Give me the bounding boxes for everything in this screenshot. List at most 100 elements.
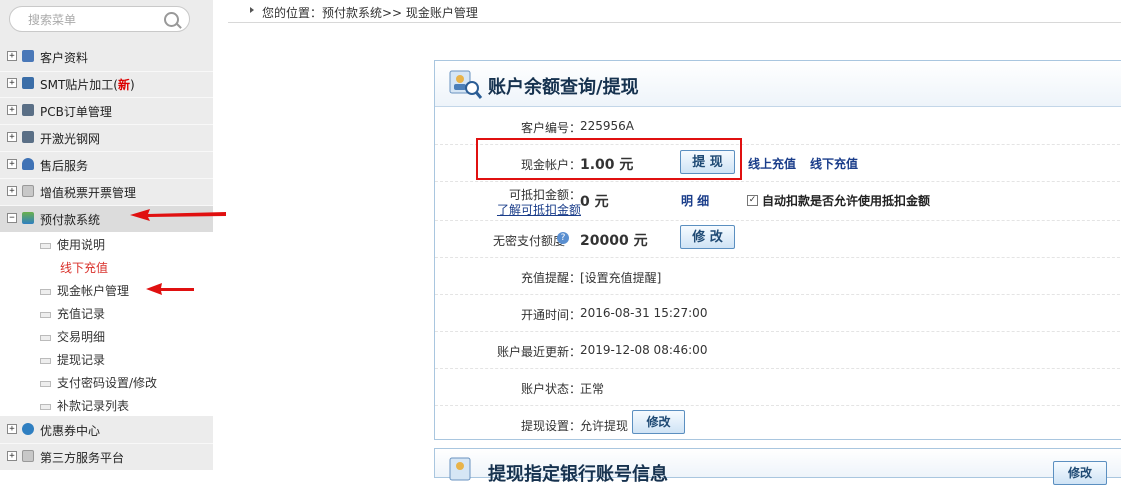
submenu-label: 交易明细 [57, 330, 106, 344]
help-icon[interactable]: ? [557, 232, 569, 244]
chip-icon [22, 77, 34, 89]
submenu-item-transactions[interactable]: 交易明细 [0, 324, 213, 347]
account-balance-panel: 账户余额查询/提现 客户编号： 225956A 现金帐户： 1.00 元 提 现… [434, 60, 1121, 440]
breadcrumb: 您的位置：预付款系统>> 现金账户管理 [262, 6, 478, 20]
row-open-time: 开通时间： 2016-08-31 15:27:00 [435, 295, 1121, 332]
submenu-label: 使用说明 [57, 238, 106, 252]
submenu-label: 充值记录 [57, 307, 106, 321]
offline-recharge-link[interactable]: 线下充值 [810, 155, 858, 172]
menu-label: PCB订单管理 [40, 105, 112, 119]
menu-label: 开激光钢网 [40, 132, 101, 146]
menu-item-third-party[interactable]: + 第三方服务平台 [0, 444, 213, 470]
expand-icon[interactable]: + [7, 186, 17, 196]
submenu-item-recharge-records[interactable]: 充值记录 [0, 301, 213, 324]
online-recharge-link[interactable]: 线上充值 [748, 155, 796, 172]
document-icon [40, 312, 51, 318]
submenu-label: 现金帐户管理 [57, 284, 130, 298]
expand-icon[interactable]: + [7, 424, 17, 434]
expand-icon[interactable]: + [7, 159, 17, 169]
annotation-highlight-box [476, 138, 742, 180]
submenu-item-instructions[interactable]: 使用说明 [0, 232, 213, 255]
menu-item-coupons[interactable]: + 优惠券中心 [0, 417, 213, 443]
account-status-label: 账户状态： [520, 382, 581, 396]
expand-icon[interactable]: + [7, 451, 17, 461]
menu-item-laser-stencil[interactable]: + 开激光钢网 [0, 125, 213, 151]
search-box[interactable] [9, 6, 190, 32]
menu-item-customer-info[interactable]: + 客户资料 [0, 44, 213, 70]
annotation-arrow-icon [130, 209, 226, 221]
modify-limit-button[interactable]: 修 改 [680, 225, 735, 249]
submenu-label: 线下充值 [60, 261, 109, 275]
set-reminder-link[interactable]: [设置充值提醒] [580, 269, 661, 286]
open-time-label: 开通时间： [520, 308, 581, 322]
panel-title: 账户余额查询/提现 [488, 77, 639, 98]
auto-deduct-label: 自动扣款是否允许使用抵扣金额 [762, 194, 931, 208]
withdraw-setting-modify-button[interactable]: 修改 [632, 410, 685, 434]
recharge-reminder-label: 充值提醒： [520, 271, 581, 285]
last-updated-label: 账户最近更新： [496, 345, 581, 359]
document-icon [40, 289, 51, 295]
document-icon [22, 185, 34, 197]
menu-label: 第三方服务平台 [40, 451, 125, 465]
user-icon [22, 50, 34, 62]
deductible-info-link[interactable]: 了解可抵扣金额 [497, 201, 581, 218]
annotation-arrow-icon [146, 283, 194, 295]
document-icon [40, 381, 51, 387]
panel-header: 账户余额查询/提现 [435, 61, 1121, 107]
submenu-label: 支付密码设置/修改 [57, 376, 158, 390]
withdraw-setting-value: 允许提现 [580, 419, 629, 433]
document-icon [40, 335, 51, 341]
customer-id-label: 客户编号： [520, 121, 581, 135]
collapse-icon[interactable]: − [7, 213, 17, 223]
menu-item-vat-invoice[interactable]: + 增值税票开票管理 [0, 179, 213, 205]
submenu-item-supplement-records[interactable]: 补款记录列表 [0, 393, 213, 416]
last-updated-value: 2019-12-08 08:46:00 [580, 343, 708, 357]
search-icon[interactable] [164, 12, 179, 27]
expand-icon[interactable]: + [7, 78, 17, 88]
document-icon [40, 243, 51, 249]
account-status-value: 正常 [580, 382, 605, 396]
menu-item-pcb-orders[interactable]: + PCB订单管理 [0, 98, 213, 124]
modify-bank-button[interactable]: 修改 [1053, 461, 1107, 485]
row-withdraw-setting: 提现设置： 允许提现 修改 [435, 406, 1121, 442]
expand-icon[interactable]: + [7, 132, 17, 142]
nopwd-limit-label: 无密支付额度 [492, 234, 565, 248]
row-last-updated: 账户最近更新： 2019-12-08 08:46:00 [435, 332, 1121, 369]
new-badge: 新 [117, 78, 130, 92]
grid-icon [22, 131, 34, 143]
submenu-item-offline-recharge[interactable]: 线下充值 [0, 255, 213, 278]
row-deductible: 可抵扣金额： 了解可抵扣金额 0 元 明 细 ✓ 自动扣款是否允许使用抵扣金额 [435, 182, 1121, 221]
menu-label: 优惠券中心 [40, 424, 101, 438]
account-search-icon [449, 70, 483, 99]
submenu-item-withdraw-records[interactable]: 提现记录 [0, 347, 213, 370]
account-search-icon [449, 457, 471, 481]
menu-label: 增值税票开票管理 [40, 186, 137, 200]
document-icon [22, 450, 34, 462]
customer-id-value: 225956A [580, 119, 635, 133]
expand-icon[interactable]: + [7, 105, 17, 115]
search-input[interactable] [26, 11, 160, 29]
row-nopwd-limit: 无密支付额度 ? 20000 元 修 改 [435, 221, 1121, 258]
document-icon [40, 404, 51, 410]
submenu-label: 补款记录列表 [57, 399, 130, 413]
deductible-value: 0 元 [580, 194, 609, 210]
document-icon [40, 358, 51, 364]
coupon-icon [22, 423, 34, 435]
menu-label: 售后服务 [40, 159, 89, 173]
withdraw-setting-label: 提现设置： [520, 419, 581, 433]
sidebar: + 客户资料 + SMT贴片加工(新) + PCB订单管理 + 开激光钢网 + … [0, 0, 213, 470]
menu-item-after-sales[interactable]: + 售后服务 [0, 152, 213, 178]
wallet-icon [22, 212, 34, 224]
caret-right-icon [250, 7, 254, 13]
detail-link[interactable]: 明 细 [681, 192, 709, 209]
expand-icon[interactable]: + [7, 51, 17, 61]
submenu-label: 提现记录 [57, 353, 106, 367]
auto-deduct-checkbox[interactable]: ✓ [747, 195, 758, 206]
menu-label: 客户资料 [40, 51, 89, 65]
submenu-item-payment-password[interactable]: 支付密码设置/修改 [0, 370, 213, 393]
menu-item-smt[interactable]: + SMT贴片加工(新) [0, 71, 213, 97]
menu-label: 预付款系统 [40, 213, 101, 227]
breadcrumb-bar: 您的位置：预付款系统>> 现金账户管理 [228, 0, 1121, 23]
bank-account-panel: 提现指定银行账号信息 修改 [434, 448, 1121, 485]
row-account-status: 账户状态： 正常 [435, 369, 1121, 406]
